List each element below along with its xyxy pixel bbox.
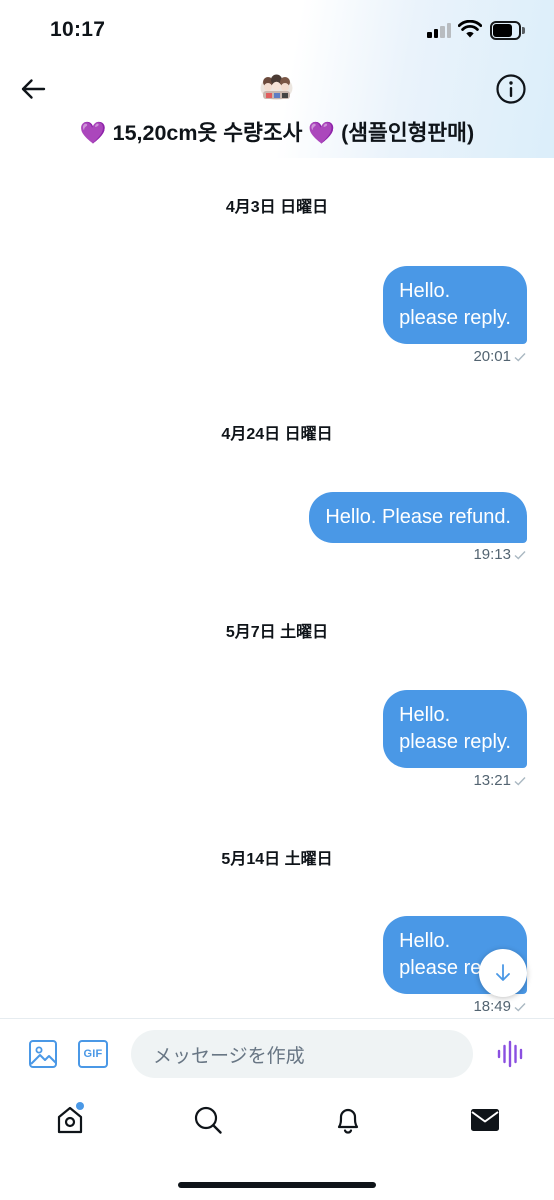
message-time: 20:01 [473,348,511,365]
voice-waveform-icon [497,1040,523,1068]
tab-search[interactable] [190,1102,226,1138]
message-meta: 13:21 [473,772,526,789]
message-meta: 20:01 [473,348,526,365]
tab-messages[interactable] [467,1102,503,1138]
tab-notifications[interactable] [330,1102,366,1138]
voice-message-button[interactable] [496,1040,526,1068]
battery-icon [490,21,526,40]
date-separator: 5月14日 土曜日 [221,851,333,868]
chat-title-text: 15,20cm옷 수량조사 [106,121,309,145]
unread-indicator-dot [76,1102,84,1110]
date-separator: 4月24日 日曜日 [221,426,333,443]
message-time: 13:21 [473,772,511,789]
chat-title-suffix: (샘플인형판매) [335,121,475,145]
message-meta: 18:49 [473,998,526,1015]
info-button[interactable] [494,72,528,106]
message-bubble[interactable]: Hello. please reply. [383,690,527,768]
info-icon [496,74,526,104]
composer-divider [0,1018,554,1019]
purple-heart-emoji: 💜 [308,121,336,145]
check-icon [514,550,526,559]
back-button[interactable] [14,72,52,106]
add-image-button[interactable] [28,1039,58,1069]
group-avatar[interactable] [259,72,294,102]
purple-heart-emoji: 💜 [79,121,107,145]
image-icon [29,1040,57,1068]
message-time: 18:49 [473,998,511,1015]
message-bubble[interactable]: Hello. please reply. [383,266,527,344]
arrow-left-icon [21,79,46,99]
search-icon [194,1106,222,1134]
arrow-down-icon [496,964,510,981]
status-time: 10:17 [50,18,106,41]
cellular-signal-icon [427,22,453,38]
message-input[interactable]: メッセージを作成 [131,1030,473,1078]
message-meta: 19:13 [473,546,526,563]
check-icon [514,1002,526,1011]
scroll-to-bottom-button[interactable] [479,949,527,997]
message-time: 19:13 [473,546,511,563]
bell-icon [337,1108,359,1134]
chat-title[interactable]: 💜 15,20cm옷 수량조사 💜 (샘플인형판매) [0,116,554,147]
message-input-placeholder: メッセージを作成 [153,1045,305,1067]
wifi-icon [458,20,482,38]
gif-button[interactable]: GIF [78,1040,108,1068]
date-separator: 5月7日 土曜日 [225,624,329,641]
check-icon [514,352,526,361]
date-separator: 4月3日 日曜日 [225,199,329,216]
message-bubble[interactable]: Hello. Please refund. [309,492,527,543]
home-indicator [178,1182,376,1188]
mail-icon [471,1109,499,1131]
check-icon [514,776,526,785]
status-bar: 10:17 [0,0,554,60]
